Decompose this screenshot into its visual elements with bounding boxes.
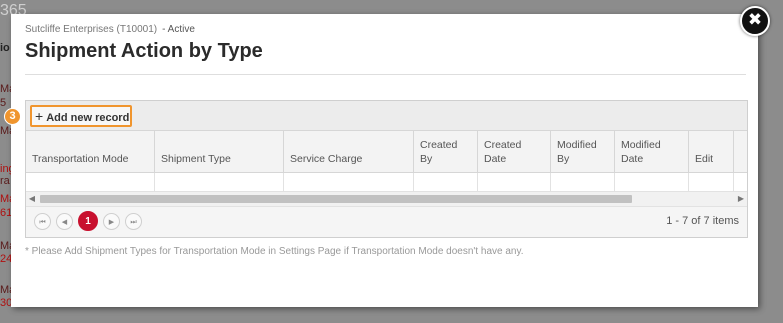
table-cell (284, 173, 414, 191)
table-row (26, 173, 747, 191)
status-label: - Active (162, 24, 195, 35)
grid-pager: ⏮ ◀ 1 ▶ ⏭ 1 - 7 of 7 items (26, 206, 747, 237)
breadcrumb: Sutcliffe Enterprises (T10001) - Active (25, 24, 195, 35)
previous-page-icon[interactable]: ◀ (56, 213, 73, 230)
background-fragment: io (0, 42, 10, 54)
add-new-record-button[interactable]: + Add new record (30, 105, 132, 127)
table-cell (414, 173, 478, 191)
shipment-grid: 3 + Add new record Transportation Mode Sh… (4, 100, 748, 238)
company-name: Sutcliffe Enterprises (T10001) (25, 24, 158, 35)
column-header-created-date[interactable]: Created Date (478, 131, 551, 172)
column-header-service-charge[interactable]: Service Charge (284, 131, 414, 172)
step-badge: 3 (4, 108, 21, 125)
page-number-current[interactable]: 1 (78, 211, 98, 231)
column-header-edit: Edit (689, 131, 734, 172)
table-cell (615, 173, 689, 191)
table-cell (155, 173, 284, 191)
first-page-icon[interactable]: ⏮ (34, 213, 51, 230)
title-divider (25, 74, 746, 75)
close-icon[interactable]: ✖ (740, 6, 770, 36)
column-header-modified-date[interactable]: Modified Date (615, 131, 689, 172)
table-cell (689, 173, 734, 191)
add-new-record-label: Add new record (46, 112, 130, 124)
last-page-icon[interactable]: ⏭ (125, 213, 142, 230)
grid-toolbar: 3 + Add new record (4, 101, 747, 131)
settings-note: * Please Add Shipment Types for Transpor… (25, 246, 524, 257)
scroll-right-icon[interactable]: ▶ (735, 192, 747, 206)
scrollbar-thumb[interactable] (40, 195, 632, 203)
column-header-transportation-mode[interactable]: Transportation Mode (26, 131, 155, 172)
column-header-shipment-type[interactable]: Shipment Type (155, 131, 284, 172)
table-cell (551, 173, 615, 191)
shipment-action-modal: Sutcliffe Enterprises (T10001) - Active S… (4, 14, 758, 307)
grid-header-row: Transportation Mode Shipment Type Servic… (26, 131, 747, 173)
column-header-created-by[interactable]: Created By (414, 131, 478, 172)
column-header-modified-by[interactable]: Modified By (551, 131, 615, 172)
table-cell (26, 173, 155, 191)
horizontal-scrollbar[interactable]: ◀ ▶ (26, 191, 747, 206)
table-cell (478, 173, 551, 191)
plus-icon: + (35, 108, 44, 124)
pager-info: 1 - 7 of 7 items (666, 215, 739, 227)
background-fragment: 5 (0, 97, 7, 109)
background-fragment: ra (0, 175, 10, 187)
scroll-left-icon[interactable]: ◀ (26, 192, 38, 206)
next-page-icon[interactable]: ▶ (103, 213, 120, 230)
page-title: Shipment Action by Type (25, 40, 263, 62)
